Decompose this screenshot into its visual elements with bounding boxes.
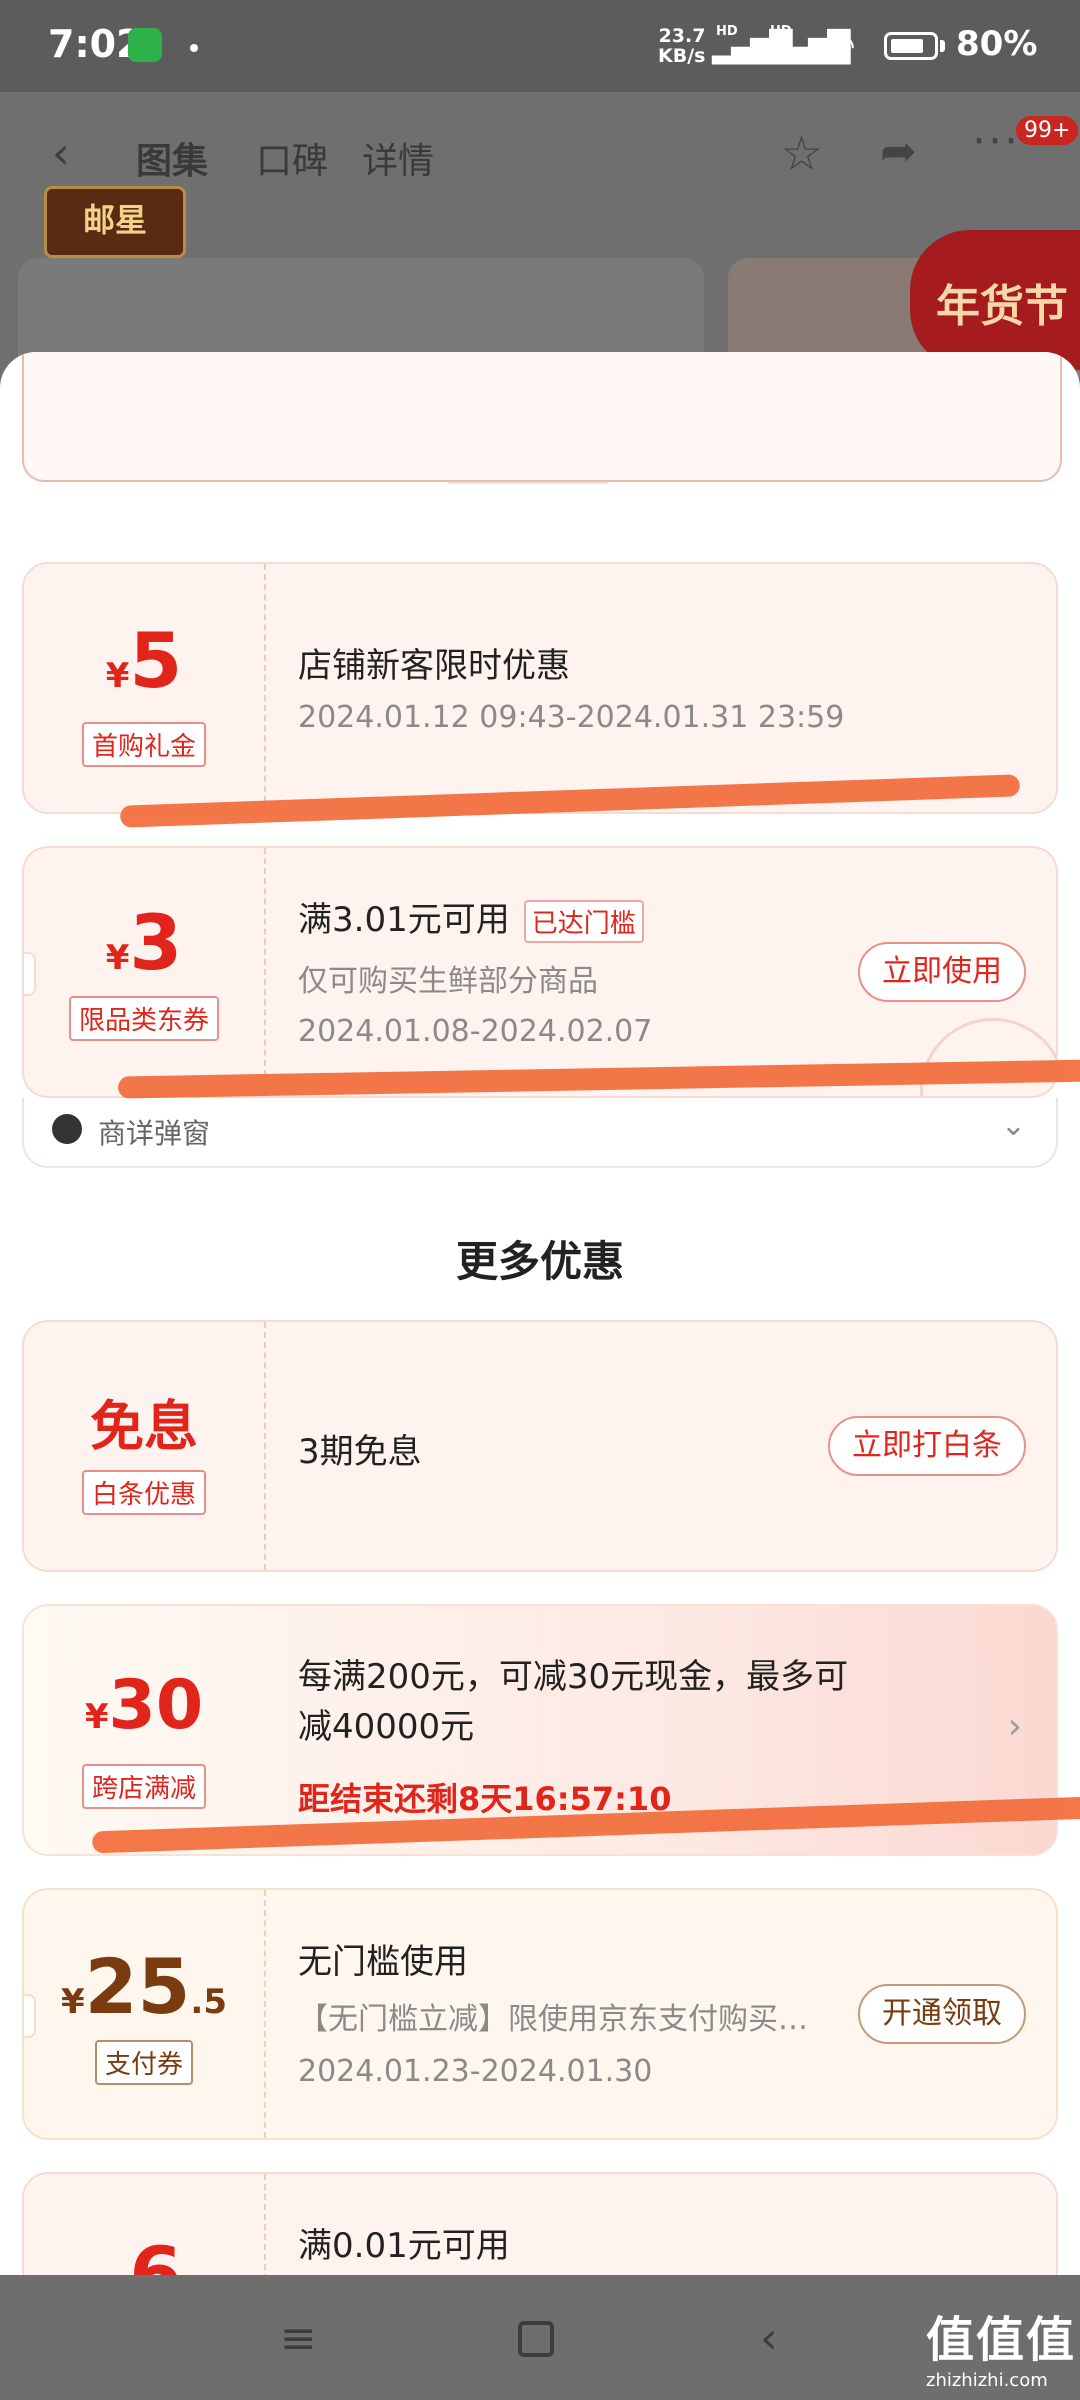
offer-amount-text: 免息 xyxy=(90,1395,198,1458)
offer-card-payment[interactable]: ¥25.5 支付券 无门槛使用 【无门槛立减】限使用京东支付购买… 2024.0… xyxy=(22,1888,1058,2140)
offer-amount: ¥25.5 xyxy=(24,1942,264,2031)
currency-symbol: ¥ xyxy=(84,1697,109,1737)
offer-title-line1: 每满200元，可减30元现金，最多可 xyxy=(298,1657,849,1697)
coupon-card-new-customer[interactable]: ¥5 首购礼金 店铺新客限时优惠 2024.01.12 09:43-2024.0… xyxy=(22,562,1058,814)
amount-value: 5 xyxy=(129,616,183,705)
battery-icon xyxy=(884,32,938,60)
coupon-title: 满3.01元可用 已达门槛 xyxy=(298,892,644,943)
system-navigation-bar: ≡ ‹ xyxy=(0,2275,1080,2400)
coupon-footer[interactable]: 商详弹窗 ⌄ xyxy=(22,1098,1058,1168)
coupon-tag-label: 限品类东券 xyxy=(68,996,219,1041)
offer-tag-label: 白条优惠 xyxy=(81,1470,206,1515)
offer-tag-label: 支付券 xyxy=(94,2040,193,2085)
previous-card-tail xyxy=(22,352,1062,482)
popup-icon xyxy=(52,1114,82,1144)
amount-value: 25 xyxy=(84,1942,191,2031)
offer-card-partial[interactable]: ¥6 满0.01元可用 xyxy=(22,2172,1058,2275)
offer-card-interest-free[interactable]: 免息 白条优惠 3期免息 立即打白条 xyxy=(22,1320,1058,1572)
coupon-stamp-icon xyxy=(920,1018,1056,1096)
menu-icon[interactable]: ≡ xyxy=(280,2313,317,2364)
tab-reviews[interactable]: 口碑 xyxy=(256,132,328,184)
previous-card-divider xyxy=(448,482,608,484)
offer-amount: 免息 xyxy=(24,1382,264,1461)
tab-details[interactable]: 详情 xyxy=(362,132,434,184)
currency-symbol: ¥ xyxy=(105,656,130,696)
battery-percent: 80% xyxy=(956,24,1038,64)
coupon-scope: 仅可购买生鲜部分商品 xyxy=(298,964,598,999)
offer-date: 2024.01.23-2024.01.30 xyxy=(298,2054,653,2089)
threshold-reached-badge: 已达门槛 xyxy=(523,900,644,943)
favorite-star-icon[interactable]: ☆ xyxy=(780,126,823,182)
more-offers-heading: 更多优惠 xyxy=(455,1237,624,1286)
chevron-down-icon[interactable]: ⌄ xyxy=(1001,1108,1026,1143)
offer-description: 【无门槛立减】限使用京东支付购买… xyxy=(298,2002,808,2037)
coupon-tag: 限品类东券 xyxy=(24,996,264,1041)
battery-cap xyxy=(940,40,945,52)
offer-tag: 跨店满减 xyxy=(24,1764,264,1809)
use-baitiao-button[interactable]: 立即打白条 xyxy=(828,1416,1026,1476)
network-speed-value: 23.7 xyxy=(658,25,706,47)
use-now-button[interactable]: 立即使用 xyxy=(858,942,1026,1002)
offer-amount: ¥30 xyxy=(24,1666,264,1745)
coupon-tag-label: 首购礼金 xyxy=(81,722,206,767)
status-bar: 7:02 23.7 KB/s HD ▂▄▆█ HD ▂▄▆█ ◠ 80% xyxy=(0,0,1080,92)
offer-title: 每满200元，可减30元现金，最多可 减40000元 xyxy=(298,1652,848,1752)
home-icon[interactable] xyxy=(518,2321,554,2357)
back-nav-icon[interactable]: ‹ xyxy=(760,2313,778,2364)
offer-title-line2: 减40000元 xyxy=(298,1707,475,1747)
coupon-amount: ¥3 xyxy=(24,898,264,987)
coupon-tag: 首购礼金 xyxy=(24,722,264,767)
coupon-amount: ¥5 xyxy=(24,616,264,705)
share-icon[interactable]: ➦ xyxy=(880,126,917,177)
coupon-footer-label: 商详弹窗 xyxy=(98,1117,211,1150)
watermark-url: zhizhizhi.com xyxy=(926,2370,1048,2391)
currency-symbol: ¥ xyxy=(60,1982,85,2022)
coupon-date: 2024.01.08-2024.02.07 xyxy=(298,1014,653,1049)
more-icon[interactable]: ··· xyxy=(972,116,1020,167)
battery-fill xyxy=(891,39,923,53)
notification-dot-icon xyxy=(190,44,198,52)
currency-symbol: ¥ xyxy=(105,938,130,978)
amount-value: 3 xyxy=(129,898,183,987)
offer-title: 无门槛使用 xyxy=(298,1942,468,1982)
amount-value: 6 xyxy=(129,2230,183,2275)
coupon-title-text: 满3.01元可用 xyxy=(298,900,510,940)
amount-value: 30 xyxy=(108,1666,204,1745)
offer-title: 满0.01元可用 xyxy=(298,2226,510,2266)
chevron-right-icon[interactable]: › xyxy=(1008,1706,1022,1747)
offer-amount: ¥6 xyxy=(24,2230,264,2275)
coupon-date: 2024.01.12 09:43-2024.01.31 23:59 xyxy=(298,700,845,735)
discount-sheet: 优惠 ¥5 首购礼金 店铺新客限时优惠 2024.01.12 09:43-202… xyxy=(0,352,1080,2275)
back-icon[interactable]: ‹ xyxy=(52,128,70,179)
wechat-icon xyxy=(128,28,162,62)
network-speed: 23.7 KB/s xyxy=(658,26,705,66)
offer-tag: 支付券 xyxy=(24,2040,264,2085)
coupon-card-category[interactable]: ¥3 限品类东券 满3.01元可用 已达门槛 仅可购买生鲜部分商品 2024.01… xyxy=(22,846,1058,1098)
coupon-title: 店铺新客限时优惠 xyxy=(298,646,570,686)
festival-banner: 年货节 xyxy=(910,230,1080,370)
wifi-icon: ◠ xyxy=(826,26,856,66)
shop-logo: 邮星 xyxy=(44,186,186,258)
message-badge: 99+ xyxy=(1016,116,1079,145)
offer-tag-label: 跨店满减 xyxy=(81,1764,206,1809)
offer-title: 3期免息 xyxy=(298,1432,422,1472)
network-speed-unit: KB/s xyxy=(658,45,706,67)
watermark: 值值值 xyxy=(926,2312,1077,2368)
offer-tag: 白条优惠 xyxy=(24,1470,264,1515)
amount-decimal: .5 xyxy=(190,1982,227,2022)
activate-claim-button[interactable]: 开通领取 xyxy=(858,1984,1026,2044)
